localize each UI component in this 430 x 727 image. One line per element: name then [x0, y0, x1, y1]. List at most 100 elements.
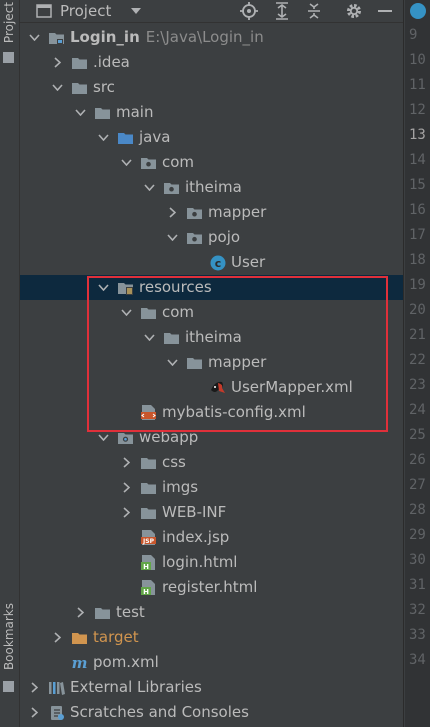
- tree-row[interactable]: Scratches and Consoles: [20, 700, 403, 725]
- tree-item-name: index.jsp: [162, 528, 230, 546]
- tree-item-name: User: [231, 253, 266, 271]
- chevron-right-icon[interactable]: [166, 200, 178, 225]
- tree-item-label: index.jsp: [162, 525, 229, 550]
- folder-icon: [71, 50, 88, 75]
- hide-panel-icon[interactable]: [378, 0, 392, 22]
- chevron-right-icon[interactable]: [120, 450, 132, 475]
- folder-icon: [71, 75, 88, 100]
- package-icon: [186, 225, 203, 250]
- chevron-right-icon[interactable]: [51, 625, 63, 650]
- bookmarks-tool-icon[interactable]: [3, 681, 14, 692]
- tree-row[interactable]: com: [20, 150, 403, 175]
- tree-row[interactable]: test: [20, 600, 403, 625]
- svg-text:H: H: [143, 588, 149, 596]
- chevron-down-icon[interactable]: [97, 275, 109, 300]
- collapse-all-icon[interactable]: [306, 0, 322, 22]
- line-number: 9: [409, 27, 418, 43]
- chevron-down-icon[interactable]: [143, 325, 155, 350]
- chevron-down-icon[interactable]: [51, 75, 63, 100]
- chevron-down-icon[interactable]: [166, 225, 178, 250]
- tree-row[interactable]: pojo: [20, 225, 403, 250]
- tree-row[interactable]: UserMapper.xml: [20, 375, 403, 400]
- chevron-down-icon[interactable]: [97, 425, 109, 450]
- line-number: 21: [409, 327, 426, 343]
- project-tool-icon[interactable]: [3, 52, 14, 63]
- chevron-down-icon[interactable]: [130, 0, 142, 22]
- expand-all-icon[interactable]: [274, 0, 290, 22]
- chevron-right-icon[interactable]: [28, 675, 40, 700]
- tree-row[interactable]: main: [20, 100, 403, 125]
- line-number: 29: [409, 527, 426, 543]
- line-number: 32: [409, 602, 426, 618]
- chevron-down-icon[interactable]: [120, 300, 132, 325]
- project-toolbar: Project: [20, 0, 403, 23]
- locate-file-icon[interactable]: [240, 0, 258, 22]
- tree-row[interactable]: src: [20, 75, 403, 100]
- svg-text:m: m: [72, 654, 88, 671]
- tree-row[interactable]: itheima: [20, 325, 403, 350]
- tree-item-label: mapper: [208, 350, 266, 375]
- html-file-icon: H: [140, 575, 157, 600]
- chevron-right-icon[interactable]: [120, 475, 132, 500]
- tree-item-name: java: [139, 128, 171, 146]
- line-number: 19: [409, 277, 426, 293]
- folder-icon: [140, 475, 157, 500]
- chevron-right-icon[interactable]: [51, 50, 63, 75]
- chevron-right-icon[interactable]: [74, 600, 86, 625]
- project-view-selector[interactable]: Project: [60, 0, 111, 22]
- tree-row[interactable]: css: [20, 450, 403, 475]
- tree-row[interactable]: mapper: [20, 200, 403, 225]
- chevron-right-icon[interactable]: [28, 700, 40, 725]
- gear-icon[interactable]: [345, 0, 363, 22]
- project-tool-tab[interactable]: Project: [2, 2, 16, 43]
- chevron-down-icon[interactable]: [28, 25, 40, 50]
- tree-row[interactable]: .idea: [20, 50, 403, 75]
- tree-row[interactable]: External Libraries: [20, 675, 403, 700]
- tree-row[interactable]: itheima: [20, 175, 403, 200]
- tree-row[interactable]: com: [20, 300, 403, 325]
- tree-item-name: src: [93, 78, 115, 96]
- package-icon: [140, 150, 157, 175]
- chevron-down-icon[interactable]: [143, 175, 155, 200]
- line-number: 11: [409, 77, 426, 93]
- bookmarks-tool-tab[interactable]: Bookmarks: [2, 603, 16, 670]
- chevron-right-icon[interactable]: [120, 500, 132, 525]
- line-number: 12: [409, 102, 426, 118]
- tree-row[interactable]: Hlogin.html: [20, 550, 403, 575]
- tree-item-name: mybatis-config.xml: [162, 403, 306, 421]
- tree-row[interactable]: mybatis-config.xml: [20, 400, 403, 425]
- line-number: 34: [409, 652, 426, 668]
- tree-row[interactable]: JSP index.jsp: [20, 525, 403, 550]
- tree-item-name: register.html: [162, 578, 258, 596]
- chevron-down-icon[interactable]: [166, 350, 178, 375]
- tree-row[interactable]: resources: [20, 275, 403, 300]
- tree-item-label: mybatis-config.xml: [162, 400, 306, 425]
- tree-row[interactable]: imgs: [20, 475, 403, 500]
- chevron-down-icon[interactable]: [97, 125, 109, 150]
- tree-item-label: test: [116, 600, 145, 625]
- tree-row[interactable]: webapp: [20, 425, 403, 450]
- tree-item-name: com: [162, 303, 195, 321]
- tree-item-name: resources: [139, 278, 212, 296]
- tree-row[interactable]: target: [20, 625, 403, 650]
- tree-row[interactable]: c User: [20, 250, 403, 275]
- project-view-icon: [36, 0, 52, 22]
- libraries-icon: [48, 675, 65, 700]
- line-number: 26: [409, 452, 426, 468]
- editor-gutter: 9 10 11 12 13 14 15 16 17 18 19 20 21 22 23 24 25 26 27 28 2…: [404, 0, 430, 727]
- package-icon: [163, 175, 180, 200]
- line-number: 23: [409, 377, 426, 393]
- tree-row[interactable]: mapper: [20, 350, 403, 375]
- chevron-down-icon[interactable]: [120, 150, 132, 175]
- chevron-down-icon[interactable]: [74, 100, 86, 125]
- tree-row[interactable]: java: [20, 125, 403, 150]
- svg-text:JSP: JSP: [142, 538, 155, 545]
- project-tree[interactable]: Login_in E:\Java\Login_in .idea src main java…: [20, 23, 403, 727]
- tree-row[interactable]: Hregister.html: [20, 575, 403, 600]
- tree-row[interactable]: WEB-INF: [20, 500, 403, 525]
- tree-row[interactable]: Login_in E:\Java\Login_in: [20, 25, 403, 50]
- tree-item-label: pojo: [208, 225, 240, 250]
- tree-item-label: itheima: [185, 175, 242, 200]
- folder-icon: [186, 350, 203, 375]
- tree-row[interactable]: m pom.xml: [20, 650, 403, 675]
